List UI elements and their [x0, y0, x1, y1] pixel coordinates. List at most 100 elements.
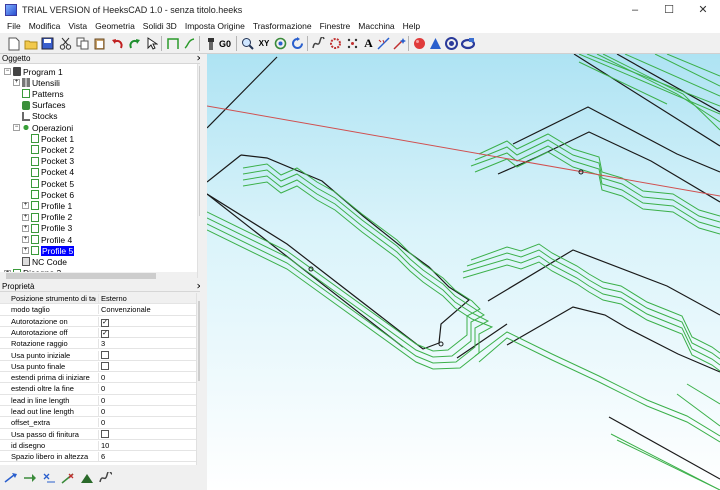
property-value[interactable]: 0 — [98, 418, 194, 428]
delete-line-icon[interactable] — [60, 471, 75, 485]
menu-trasformazione[interactable]: Trasformazione — [249, 21, 316, 31]
spline-edit-icon[interactable] — [98, 471, 113, 485]
expand-icon[interactable]: + — [13, 79, 20, 87]
tree-item[interactable]: − Program 1 — [4, 66, 63, 77]
property-value[interactable]: 3 — [98, 339, 194, 349]
tree-item[interactable]: Pocket 2 — [22, 144, 74, 155]
gear-cog-icon[interactable] — [328, 36, 343, 51]
property-checkbox[interactable] — [101, 361, 109, 370]
tree-item[interactable]: + Profile 1 — [22, 200, 72, 211]
measure-icon[interactable] — [79, 471, 94, 485]
new-file-icon[interactable] — [6, 36, 21, 51]
axis-x-icon[interactable] — [41, 471, 56, 485]
spline-tool-icon[interactable] — [311, 36, 326, 51]
close-window-button[interactable]: ✕ — [686, 0, 720, 19]
text-tool-button[interactable]: A — [361, 36, 376, 51]
paste-icon[interactable] — [92, 36, 107, 51]
refresh-view-icon[interactable] — [290, 36, 305, 51]
tree-item[interactable]: + Profile 5 — [22, 245, 75, 256]
expand-icon[interactable]: + — [22, 236, 29, 243]
property-checkbox[interactable]: ✓ — [101, 318, 109, 327]
property-value[interactable]: 0 — [98, 395, 194, 405]
expand-icon[interactable]: + — [22, 247, 29, 255]
tree-item[interactable]: Stocks — [13, 111, 58, 122]
tree-item[interactable]: − Operazioni — [13, 122, 73, 133]
select-cursor-icon[interactable] — [144, 36, 159, 51]
property-name: Autorotazione on — [11, 316, 68, 326]
tree-item[interactable]: NC Code — [13, 256, 67, 267]
tree-item[interactable]: + Utensili — [13, 77, 60, 88]
expand-icon[interactable]: + — [22, 224, 29, 232]
tree-item[interactable]: Pocket 3 — [22, 156, 74, 167]
3d-viewport[interactable] — [207, 54, 720, 490]
tree-item[interactable]: Pocket 1 — [22, 133, 74, 144]
pick-position-icon[interactable] — [3, 471, 18, 485]
property-name: offset_extra — [11, 418, 51, 428]
menu-modifica[interactable]: Modifica — [25, 21, 65, 31]
property-value[interactable]: Esterno — [98, 294, 194, 303]
tree-item[interactable]: Surfaces — [13, 100, 66, 111]
minimize-button[interactable]: – — [618, 0, 652, 19]
undo-icon[interactable] — [110, 36, 125, 51]
zoom-icon[interactable] — [240, 36, 255, 51]
tree-item[interactable]: Patterns — [13, 88, 64, 99]
cone-solid-icon[interactable] — [428, 36, 443, 51]
menu-help[interactable]: Help — [399, 21, 424, 31]
collapse-icon[interactable]: − — [13, 124, 20, 131]
property-checkbox[interactable] — [101, 350, 109, 359]
torus-solid-icon[interactable] — [460, 36, 475, 51]
sphere-solid-icon[interactable] — [412, 36, 427, 51]
menu-imposta-origine[interactable]: Imposta Origine — [181, 21, 249, 31]
menu-finestre[interactable]: Finestre — [316, 21, 355, 31]
menu-file[interactable]: File — [3, 21, 25, 31]
dimension-tool-icon[interactable] — [376, 36, 391, 51]
maximize-button[interactable]: ☐ — [652, 0, 686, 19]
menu-geometria[interactable]: Geometria — [91, 21, 139, 31]
save-icon[interactable] — [40, 36, 55, 51]
expand-icon[interactable]: + — [22, 213, 29, 221]
tree-item-label: Profile 2 — [41, 212, 73, 223]
property-value[interactable]: 0 — [98, 407, 194, 416]
expand-icon[interactable]: + — [22, 202, 29, 210]
cylinder-solid-icon[interactable] — [444, 36, 459, 51]
profile-icon — [31, 212, 39, 222]
tree-item[interactable]: Pocket 4 — [22, 167, 74, 178]
property-value[interactable] — [98, 350, 194, 361]
copy-icon[interactable] — [75, 36, 90, 51]
direction-arrow-icon[interactable] — [22, 471, 37, 485]
property-value[interactable]: 6 — [98, 452, 194, 462]
point-grid-icon[interactable] — [345, 36, 360, 51]
tree-item[interactable]: Pocket 6 — [22, 189, 74, 200]
property-checkbox[interactable]: ✓ — [101, 329, 109, 338]
tree-item[interactable]: Pocket 5 — [22, 178, 74, 189]
g0-rapid-button[interactable]: G0 — [216, 36, 234, 51]
object-tree-horizontal-scrollbar[interactable] — [0, 272, 197, 280]
collapse-icon[interactable]: − — [4, 68, 11, 75]
line-draw-icon[interactable] — [165, 36, 180, 51]
property-value[interactable]: 0 — [98, 384, 194, 394]
property-value[interactable]: 10 — [98, 440, 194, 450]
redo-icon[interactable] — [127, 36, 142, 51]
menu-solidi-3d[interactable]: Solidi 3D — [139, 21, 181, 31]
property-value[interactable] — [98, 361, 194, 372]
cut-icon[interactable] — [58, 36, 73, 51]
property-value[interactable]: Convenzionale — [98, 305, 194, 315]
menu-vista[interactable]: Vista — [64, 21, 91, 31]
tree-item[interactable]: + Profile 3 — [22, 223, 72, 234]
scrollbar-thumb[interactable] — [6, 273, 156, 279]
open-folder-icon[interactable] — [23, 36, 38, 51]
rotate-view-icon[interactable] — [273, 36, 288, 51]
magic-pointer-icon[interactable] — [392, 36, 407, 51]
property-row: estendi oltre la fine 0 — [0, 383, 196, 395]
property-value[interactable] — [98, 429, 194, 440]
panel-splitter[interactable] — [200, 54, 207, 490]
tree-item[interactable]: + Profile 4 — [22, 234, 72, 245]
sketch-tool-icon[interactable] — [182, 36, 197, 51]
property-value[interactable]: 0 — [98, 373, 194, 383]
property-checkbox[interactable] — [101, 429, 109, 438]
view-xy-button[interactable]: XY — [256, 36, 272, 51]
property-value[interactable]: ✓ — [98, 327, 194, 338]
tree-item[interactable]: + Profile 2 — [22, 212, 72, 223]
menu-macchina[interactable]: Macchina — [354, 21, 398, 31]
property-value[interactable]: ✓ — [98, 316, 194, 327]
